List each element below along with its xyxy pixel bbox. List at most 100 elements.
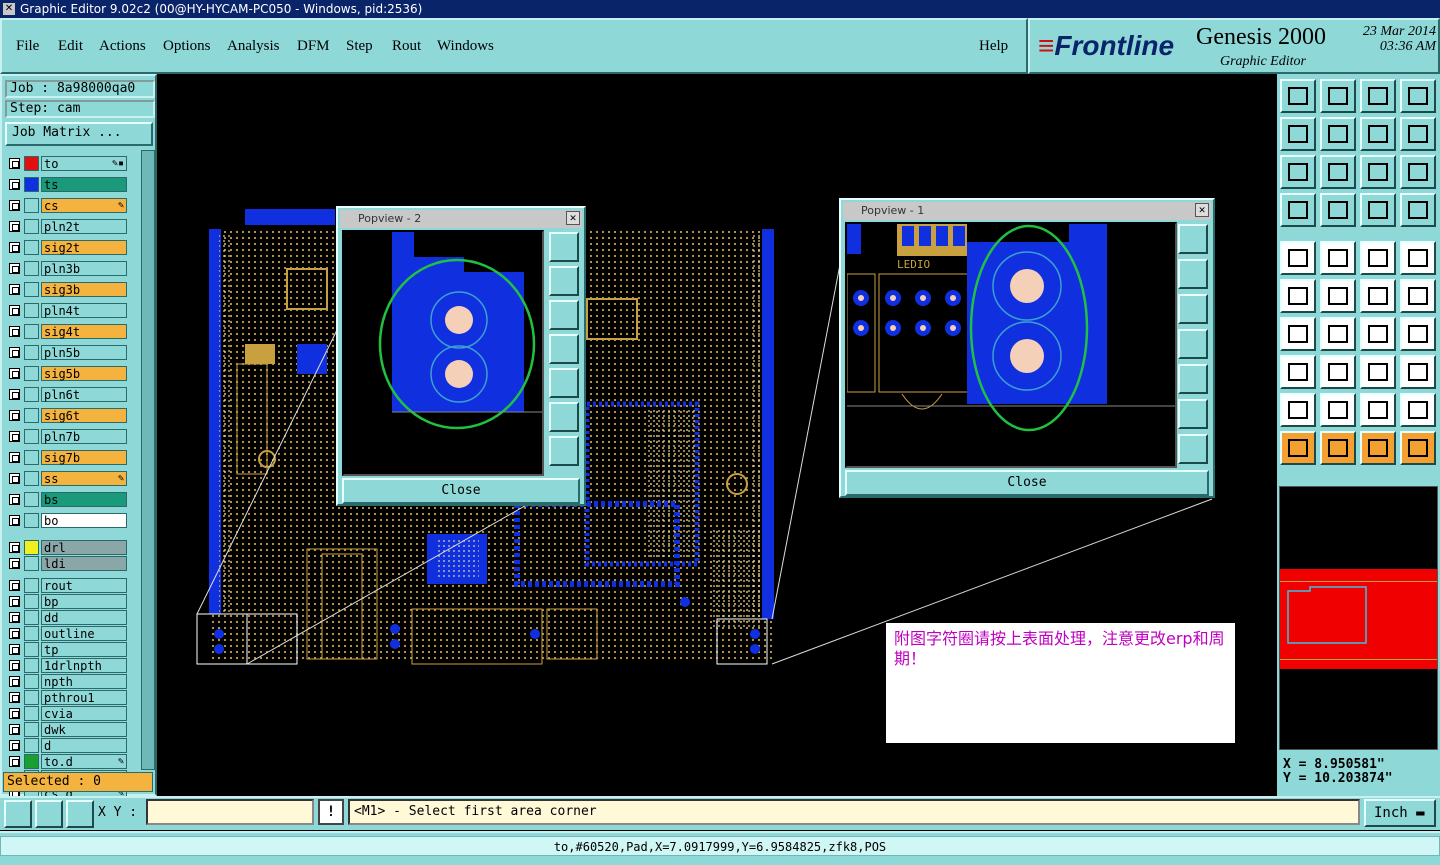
layer-row-npth[interactable]: npth <box>6 674 128 689</box>
overview-map[interactable] <box>1279 486 1438 750</box>
layer-checkbox[interactable] <box>9 660 20 671</box>
popview-1-fit-icon[interactable] <box>1178 399 1208 429</box>
layer-checkbox[interactable] <box>9 158 20 169</box>
layer-checkbox[interactable] <box>9 676 20 687</box>
layer-checkbox[interactable] <box>9 200 20 211</box>
layer-row-sig3b[interactable]: sig3b <box>6 282 128 297</box>
house-icon[interactable] <box>1360 79 1396 113</box>
layer-checkbox[interactable] <box>9 305 20 316</box>
popview-2-pan-down-icon[interactable] <box>549 300 579 330</box>
layer-color-swatch[interactable] <box>24 261 39 276</box>
menu-help[interactable]: Help <box>979 38 1008 55</box>
flip-icon[interactable] <box>1400 317 1436 351</box>
layer-checkbox[interactable] <box>9 263 20 274</box>
popview-2-pan-left-icon[interactable] <box>549 334 579 364</box>
layer-color-swatch[interactable] <box>24 626 39 641</box>
layer-color-swatch[interactable] <box>24 738 39 753</box>
menu-windows[interactable]: Windows <box>437 38 494 55</box>
popview-1-close-button[interactable]: Close <box>845 470 1209 496</box>
mirror-icon[interactable] <box>1360 117 1396 151</box>
layer-checkbox[interactable] <box>9 242 20 253</box>
ruler-tool-icon[interactable] <box>1280 193 1316 227</box>
layer-row-bs[interactable]: bs <box>6 492 128 507</box>
layer-row-tp[interactable]: tp <box>6 642 128 657</box>
popview-1-pan-right-icon[interactable] <box>1178 364 1208 394</box>
menu-dfm[interactable]: DFM <box>297 38 330 55</box>
layer-name[interactable]: cvia <box>41 706 127 721</box>
layer-color-swatch[interactable] <box>24 156 39 171</box>
layer-name[interactable]: to ✎▪ <box>41 156 127 171</box>
layer-color-swatch[interactable] <box>24 240 39 255</box>
layer-checkbox[interactable] <box>9 708 20 719</box>
layer-name[interactable]: pthrou1 <box>41 690 127 705</box>
layer-name[interactable]: pln4t <box>41 303 127 318</box>
layer-row-pthrou1[interactable]: pthrou1 <box>6 690 128 705</box>
triangle-bar-icon[interactable] <box>1360 393 1396 427</box>
layer-color-swatch[interactable] <box>24 303 39 318</box>
scale-1-2-icon[interactable] <box>1360 155 1396 189</box>
layer-name[interactable]: sig7b <box>41 450 127 465</box>
layer-checkbox[interactable] <box>9 596 20 607</box>
popview-2-zoom-icon[interactable] <box>549 232 579 262</box>
menu-options[interactable]: Options <box>163 38 211 55</box>
layer-color-swatch[interactable] <box>24 722 39 737</box>
move-point-icon[interactable] <box>1360 279 1396 313</box>
menu-analysis[interactable]: Analysis <box>227 38 280 55</box>
select-arrow-icon[interactable] <box>1280 431 1316 465</box>
select-lasso-icon[interactable] <box>1360 431 1396 465</box>
layer-checkbox[interactable] <box>9 558 20 569</box>
red-layers-icon[interactable] <box>1360 193 1396 227</box>
layer-color-swatch[interactable] <box>24 408 39 423</box>
layer-color-swatch[interactable] <box>24 198 39 213</box>
layer-color-swatch[interactable] <box>24 429 39 444</box>
layer-row-cs[interactable]: cs ✎ <box>6 198 128 213</box>
layer-name[interactable]: bs <box>41 492 127 507</box>
resize-icon[interactable] <box>1360 355 1396 389</box>
layer-name[interactable]: tp <box>41 642 127 657</box>
fit-view-icon[interactable] <box>1280 155 1316 189</box>
layer-row-pln3b[interactable]: pln3b <box>6 261 128 276</box>
layer-name[interactable]: npth <box>41 674 127 689</box>
layer-color-swatch[interactable] <box>24 690 39 705</box>
menu-step[interactable]: Step <box>346 38 373 55</box>
layer-color-swatch[interactable] <box>24 492 39 507</box>
zoom-area-icon[interactable] <box>4 800 32 828</box>
layer-color-swatch[interactable] <box>24 177 39 192</box>
home-icon[interactable] <box>1280 79 1316 113</box>
window-split-icon[interactable] <box>1400 79 1436 113</box>
move-right-icon[interactable] <box>1320 117 1356 151</box>
units-select[interactable]: Inch ▬ <box>1364 799 1436 827</box>
grid-icon[interactable] <box>1320 193 1356 227</box>
menu-file[interactable]: File <box>16 38 39 55</box>
layer-row-rout[interactable]: rout <box>6 578 128 593</box>
layer-color-swatch[interactable] <box>24 471 39 486</box>
layer-name[interactable]: sig3b <box>41 282 127 297</box>
layer-checkbox[interactable] <box>9 452 20 463</box>
measure-icon[interactable] <box>35 800 63 828</box>
layer-color-swatch[interactable] <box>24 578 39 593</box>
move-line-icon[interactable] <box>1400 279 1436 313</box>
popview-1-pan-left-icon[interactable] <box>1178 329 1208 359</box>
dotted-square-icon[interactable] <box>1400 241 1436 275</box>
rotate-icon[interactable] <box>1360 317 1396 351</box>
layer-row-pln5b[interactable]: pln5b <box>6 345 128 360</box>
layer-row-pln7b[interactable]: pln7b <box>6 429 128 444</box>
layer-checkbox[interactable] <box>9 515 20 526</box>
layer-row-drl[interactable]: drl <box>6 540 128 555</box>
triangle-bar-alt-icon[interactable] <box>1400 393 1436 427</box>
ruler-icon[interactable] <box>1360 241 1396 275</box>
layer-color-swatch[interactable] <box>24 450 39 465</box>
layer-color-swatch[interactable] <box>24 706 39 721</box>
red-layers-alt-icon[interactable] <box>1400 193 1436 227</box>
layer-row-dd[interactable]: dd <box>6 610 128 625</box>
help-icon[interactable] <box>1400 155 1436 189</box>
layer-checkbox[interactable] <box>9 389 20 400</box>
layer-name[interactable]: ss ✎ <box>41 471 127 486</box>
layer-name[interactable]: sig5b <box>41 366 127 381</box>
layer-name[interactable]: rout <box>41 578 127 593</box>
layer-color-swatch[interactable] <box>24 754 39 769</box>
popview-2-pan-up-icon[interactable] <box>549 266 579 296</box>
layer-checkbox[interactable] <box>9 410 20 421</box>
layer-row-pln2t[interactable]: pln2t <box>6 219 128 234</box>
menu-actions[interactable]: Actions <box>99 38 146 55</box>
